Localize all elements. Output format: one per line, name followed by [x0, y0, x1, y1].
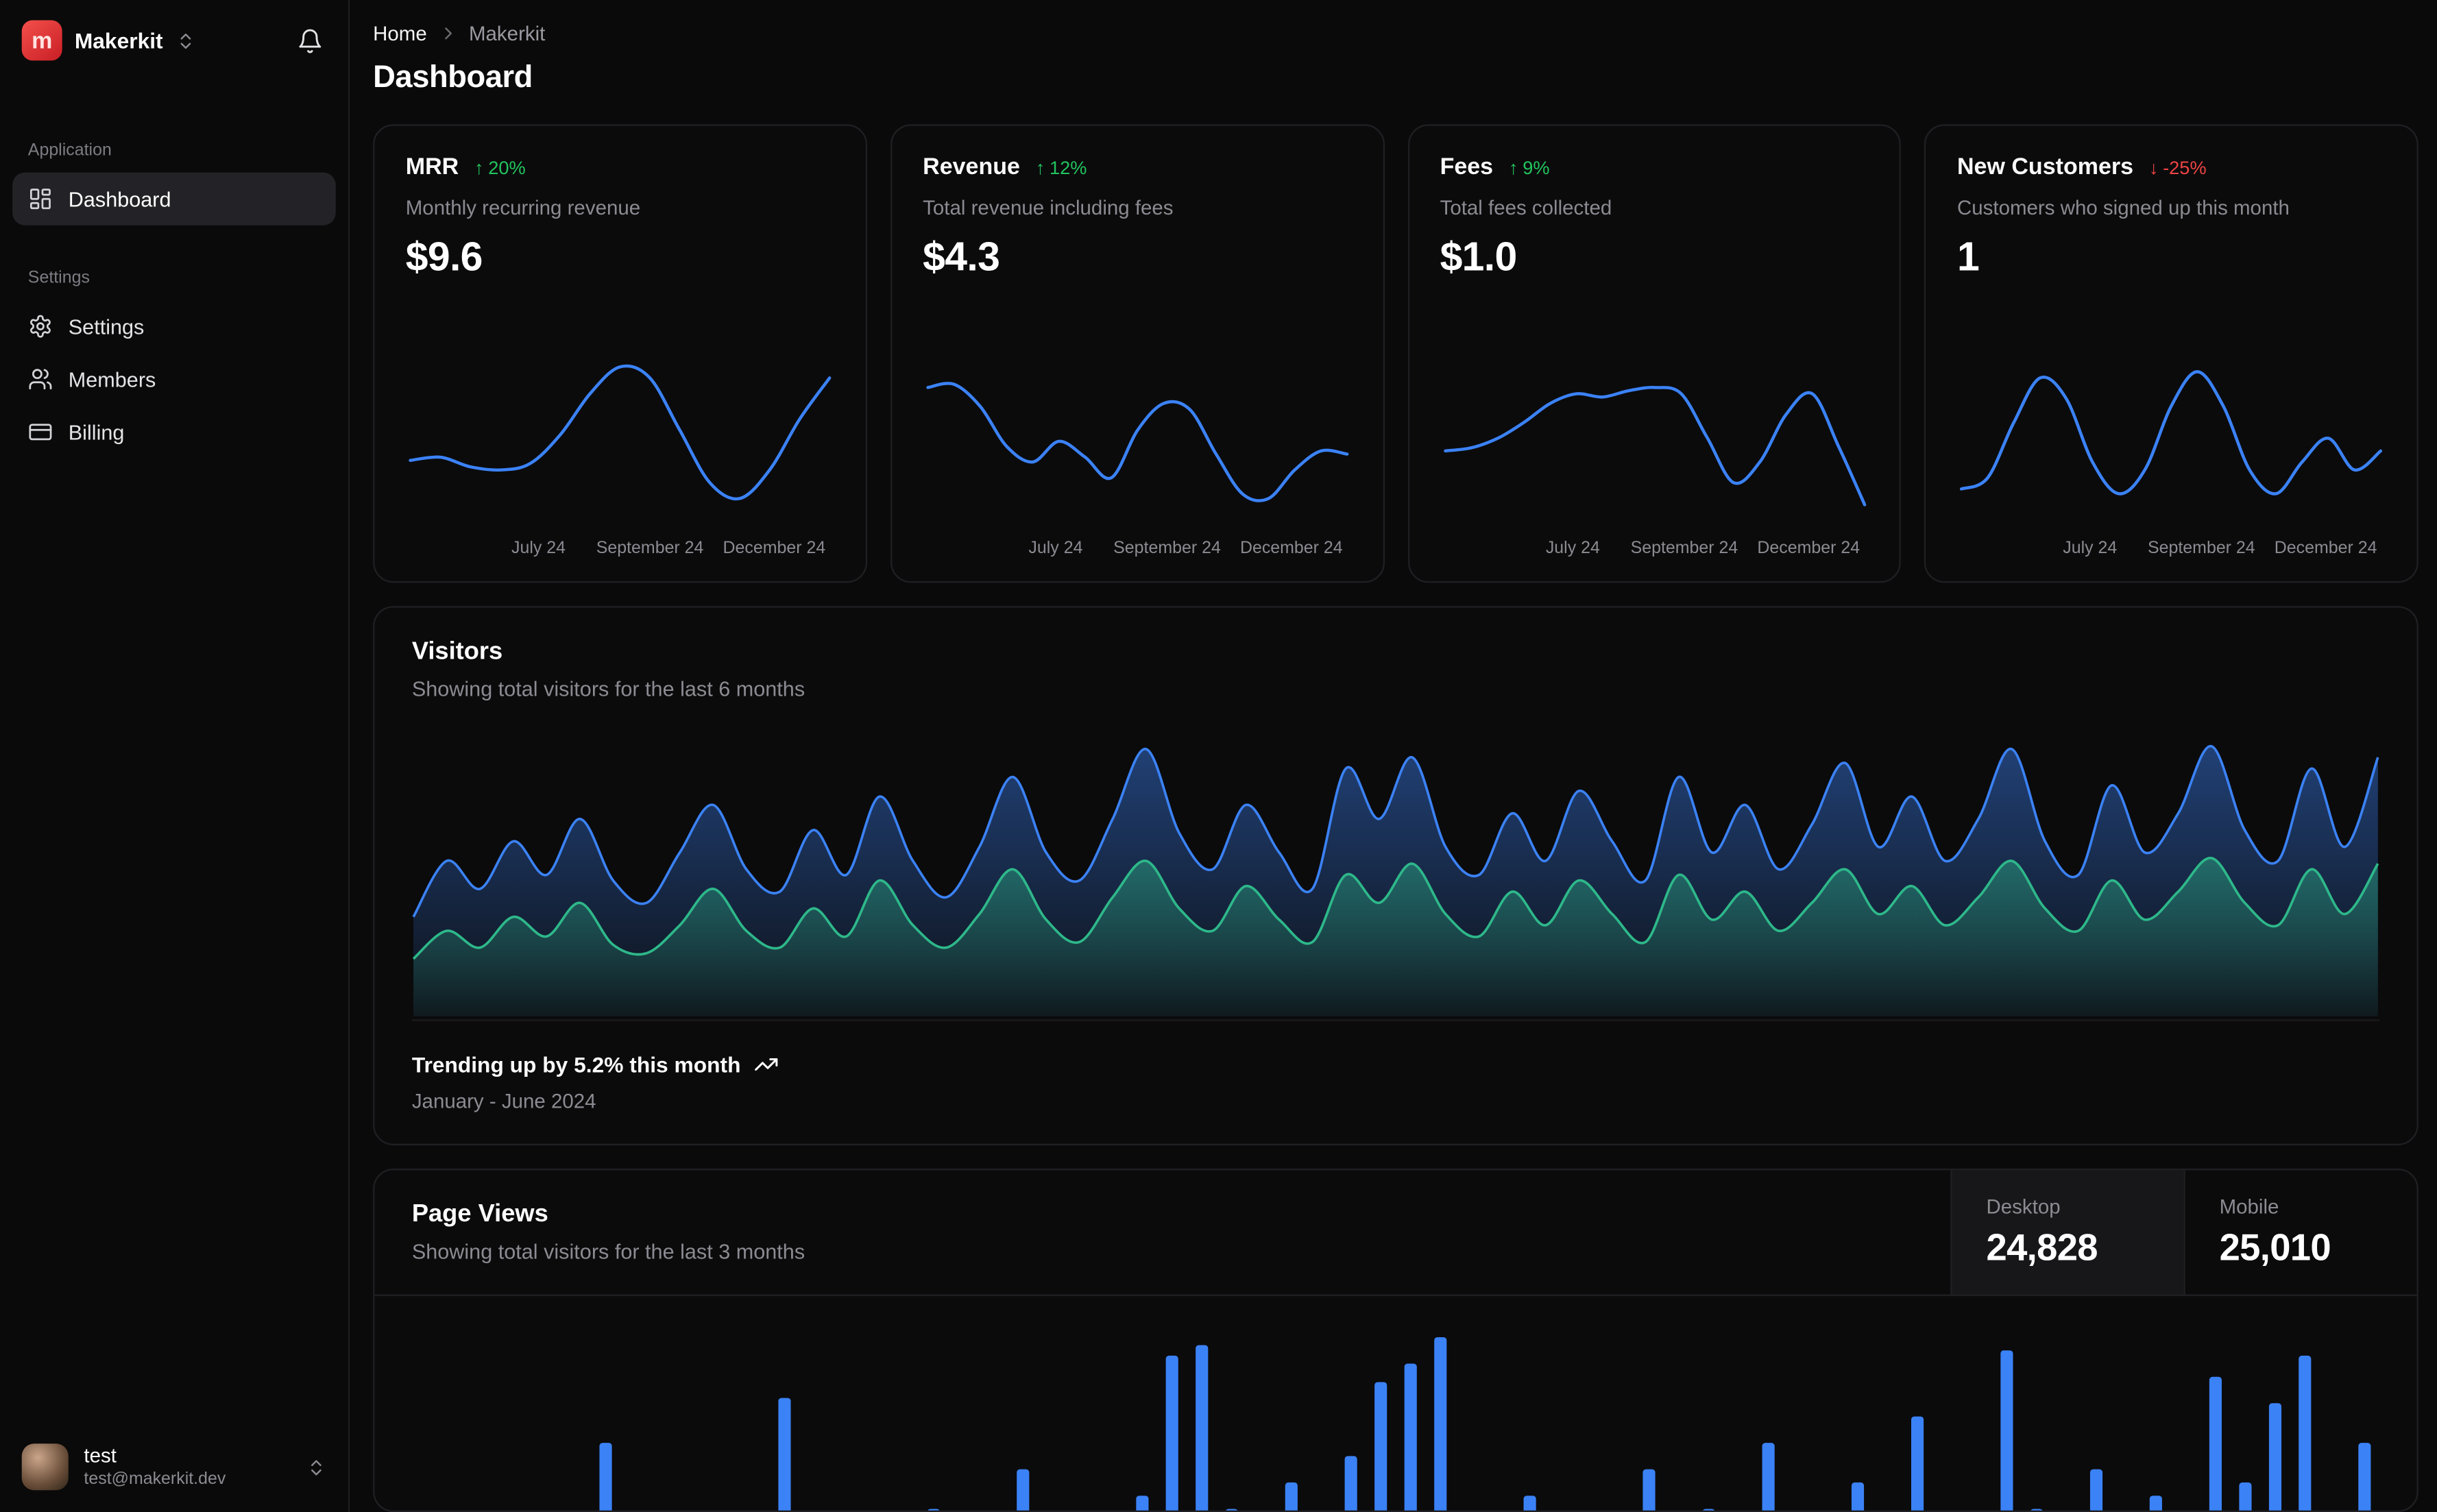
page-views-header: Page Views Showing total visitors for th… — [374, 1170, 2417, 1296]
sidebar-item-label: Billing — [68, 420, 125, 444]
workspace-switcher[interactable]: m Makerkit — [0, 0, 348, 73]
stat-value: $1.0 — [1440, 233, 1518, 280]
sidebar-item-settings[interactable]: Settings — [12, 300, 336, 353]
stat-card-revenue: Revenue ↑ 12% Total revenue including fe… — [890, 124, 1384, 583]
user-email: test@makerkit.dev — [84, 1470, 226, 1489]
bell-icon — [297, 27, 324, 54]
x-axis-ticks: July 24 September 24 December 24 — [2063, 539, 2377, 558]
page-views-subtitle: Showing total visitors for the last 3 mo… — [411, 1240, 805, 1264]
stat-value: $9.6 — [405, 233, 483, 280]
sidebar-nav: Application Dashboard Settings Settings … — [0, 73, 348, 459]
sidebar-item-dashboard[interactable]: Dashboard — [12, 172, 336, 225]
visitors-subtitle: Showing total visitors for the last 6 mo… — [411, 677, 805, 701]
stat-card-fees: Fees ↑ 9% Total fees collected $1.0 July… — [1407, 124, 1902, 583]
sidebar-item-billing[interactable]: Billing — [12, 406, 336, 459]
stat-value: $4.3 — [923, 233, 1000, 280]
dashboard-icon — [28, 186, 53, 211]
credit-card-icon — [28, 419, 53, 444]
x-axis-ticks: July 24 September 24 December 24 — [511, 539, 826, 558]
x-axis-ticks: July 24 September 24 December 24 — [1028, 539, 1343, 558]
user-name: test — [84, 1443, 117, 1467]
desktop-value: 24,828 — [1986, 1226, 2098, 1269]
stat-value: 1 — [1956, 233, 1980, 280]
trend-badge: ↓ -25% — [2148, 156, 2207, 178]
desktop-label: Desktop — [1986, 1194, 2061, 1218]
visitors-footer: Trending up by 5.2% this month January -… — [412, 1052, 2379, 1112]
stat-title: Fees — [1440, 154, 1494, 180]
stat-card-mrr: MRR ↑ 20% Monthly recurring revenue $9.6… — [373, 124, 867, 583]
app-root: m Makerkit Application Dashboard Setting… — [0, 0, 2437, 1512]
breadcrumb-current: Makerkit — [468, 21, 546, 45]
visitors-card: Visitors Showing total visitors for the … — [373, 606, 2418, 1145]
stat-title: Revenue — [923, 154, 1020, 180]
page-views-bar-chart — [412, 1318, 2379, 1511]
mrr-sparkline-chart — [406, 350, 834, 533]
x-axis-ticks: July 24 September 24 December 24 — [1545, 539, 1860, 558]
mobile-label: Mobile — [2219, 1194, 2279, 1218]
revenue-sparkline-chart — [923, 350, 1351, 533]
page-views-title: Page Views — [411, 1201, 548, 1228]
chevrons-up-down-icon — [175, 30, 195, 50]
mobile-toggle[interactable]: Mobile 25,010 — [2183, 1170, 2416, 1295]
stat-title: MRR — [405, 154, 459, 180]
trending-up-icon — [753, 1052, 778, 1077]
stat-title: New Customers — [1956, 154, 2134, 180]
gear-icon — [28, 314, 53, 339]
trend-badge: ↑ 9% — [1508, 156, 1550, 178]
sidebar-item-members[interactable]: Members — [12, 353, 336, 406]
avatar — [21, 1443, 69, 1491]
desktop-toggle[interactable]: Desktop 24,828 — [1950, 1170, 2184, 1295]
notifications-button[interactable] — [294, 24, 327, 57]
stat-card-new-customers: New Customers ↓ -25% Customers who signe… — [1924, 124, 2418, 583]
breadcrumb: Home Makerkit — [373, 22, 2418, 45]
visitors-area-chart — [411, 726, 2380, 1021]
user-menu[interactable]: test test@makerkit.dev — [0, 1425, 348, 1512]
sidebar-item-label: Dashboard — [68, 187, 171, 211]
sidebar: m Makerkit Application Dashboard Setting… — [0, 0, 350, 1512]
main-content: Home Makerkit Dashboard MRR ↑ 20% Monthl… — [350, 0, 2437, 1512]
sidebar-item-label: Members — [68, 367, 156, 391]
chevrons-up-down-icon — [306, 1457, 326, 1477]
workspace-name[interactable]: Makerkit — [75, 28, 163, 53]
arrow-down-icon: ↓ — [2148, 156, 2159, 178]
stat-subtitle: Customers who signed up this month — [1956, 195, 2290, 219]
stat-subtitle: Monthly recurring revenue — [405, 195, 641, 219]
brand-logo[interactable]: m — [21, 20, 62, 61]
breadcrumb-home-link[interactable]: Home — [373, 22, 427, 45]
mobile-value: 25,010 — [2219, 1226, 2331, 1269]
visitors-title: Visitors — [411, 638, 503, 666]
visitors-date-range: January - June 2024 — [411, 1089, 596, 1113]
trend-badge: ↑ 20% — [474, 156, 526, 178]
page-title: Dashboard — [373, 60, 533, 95]
arrow-up-icon: ↑ — [1508, 156, 1518, 178]
arrow-up-icon: ↑ — [1035, 156, 1045, 178]
nav-section-label-application: Application — [27, 141, 112, 160]
page-views-card: Page Views Showing total visitors for th… — [373, 1168, 2418, 1512]
users-icon — [28, 367, 53, 391]
fees-sparkline-chart — [1440, 350, 1869, 533]
visitors-trend-text: Trending up by 5.2% this month — [411, 1051, 741, 1077]
chevron-right-icon — [438, 23, 458, 43]
stat-cards-row: MRR ↑ 20% Monthly recurring revenue $9.6… — [373, 124, 2418, 583]
stat-subtitle: Total revenue including fees — [923, 195, 1174, 219]
stat-subtitle: Total fees collected — [1440, 195, 1612, 219]
nav-section-label-settings: Settings — [27, 269, 90, 288]
arrow-up-icon: ↑ — [474, 156, 484, 178]
trend-badge: ↑ 12% — [1035, 156, 1087, 178]
new-customers-sparkline-chart — [1957, 350, 2386, 533]
sidebar-item-label: Settings — [68, 315, 145, 339]
